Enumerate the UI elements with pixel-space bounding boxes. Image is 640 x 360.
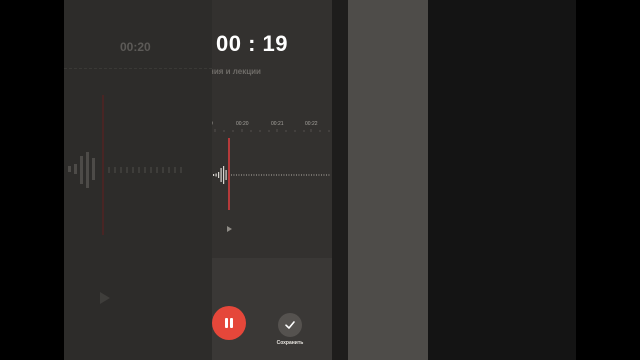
pause-icon [225, 318, 228, 328]
background-waveform [68, 152, 182, 188]
recorder-screen: 00 : 19 ния и лекции 9 00:20 00:21 00:22 [212, 0, 332, 360]
checkmark-icon [285, 321, 295, 329]
background-blur-left: 9 00:20 [64, 0, 212, 360]
background-blur-far-right [428, 0, 576, 360]
save-button[interactable] [278, 313, 302, 337]
waveform [213, 166, 330, 184]
background-blur-right [348, 0, 428, 360]
background-divider [332, 0, 348, 360]
pause-recording-button[interactable] [212, 306, 246, 340]
play-icon[interactable] [227, 226, 232, 232]
recording-timer: 00 : 19 [216, 31, 288, 56]
background-timeline [64, 62, 212, 69]
timeline-tick-label: 00:21 [271, 121, 284, 127]
timeline-tick-label: 00:22 [305, 121, 318, 127]
timeline-tick-label: 9 [212, 121, 213, 127]
recording-category-label: ния и лекции [212, 67, 261, 76]
timeline-tick-label: 00:20 [236, 121, 249, 127]
timeline-ruler [214, 129, 330, 132]
background-time-label: 00:20 [120, 40, 151, 54]
background-play-icon [100, 292, 110, 304]
save-button-label: Сохранить [276, 340, 304, 346]
